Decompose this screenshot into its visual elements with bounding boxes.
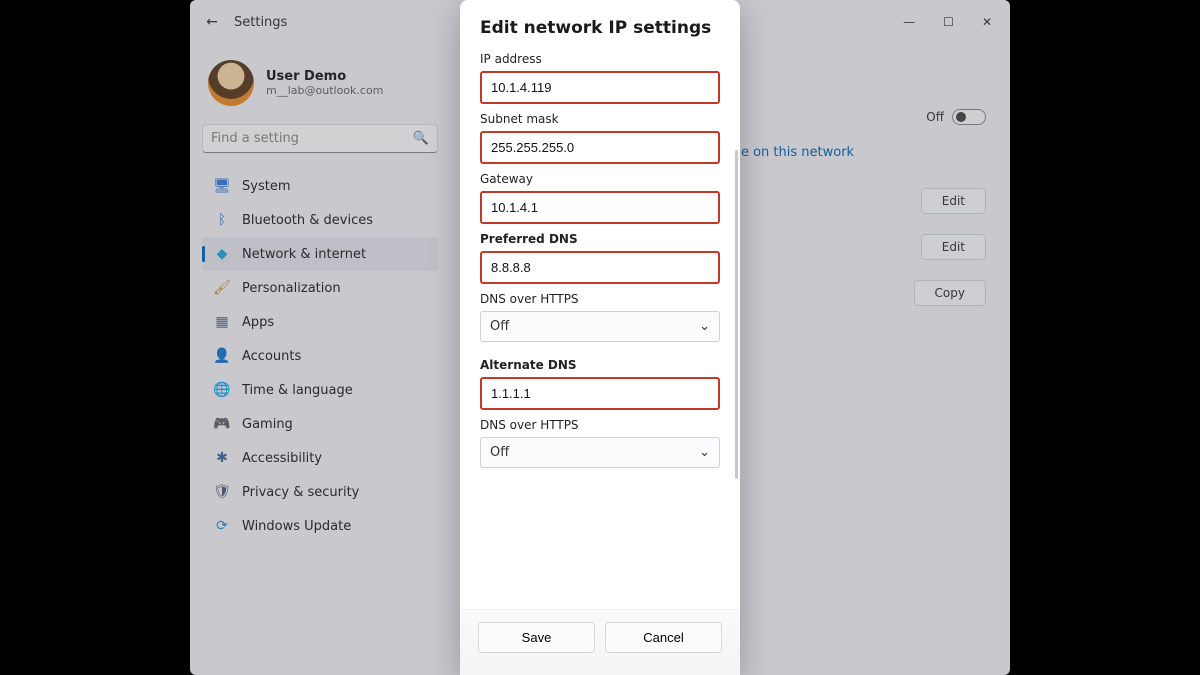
- cancel-button[interactable]: Cancel: [605, 622, 722, 653]
- ip-settings-modal: Edit network IP settings IP address Subn…: [460, 0, 740, 675]
- adns-label: Alternate DNS: [480, 358, 720, 372]
- subnet-label: Subnet mask: [480, 112, 720, 126]
- pdns-doh-label: DNS over HTTPS: [480, 292, 720, 306]
- modal-title: Edit network IP settings: [480, 18, 720, 38]
- pdns-doh-select[interactable]: Off ⌄: [480, 311, 720, 342]
- settings-window: ← Settings — ☐ ✕ User Demo m__lab@outloo…: [190, 0, 1010, 675]
- subnet-input[interactable]: [480, 131, 720, 164]
- ip-label: IP address: [480, 52, 720, 66]
- adns-doh-label: DNS over HTTPS: [480, 418, 720, 432]
- pdns-label: Preferred DNS: [480, 232, 720, 246]
- adns-doh-select[interactable]: Off ⌄: [480, 437, 720, 468]
- chevron-down-icon: ⌄: [699, 319, 710, 334]
- chevron-down-icon: ⌄: [699, 445, 710, 460]
- ip-input[interactable]: [480, 71, 720, 104]
- adns-input[interactable]: [480, 377, 720, 410]
- pdns-input[interactable]: [480, 251, 720, 284]
- gateway-input[interactable]: [480, 191, 720, 224]
- scrollbar[interactable]: [735, 150, 738, 479]
- gateway-label: Gateway: [480, 172, 720, 186]
- save-button[interactable]: Save: [478, 622, 595, 653]
